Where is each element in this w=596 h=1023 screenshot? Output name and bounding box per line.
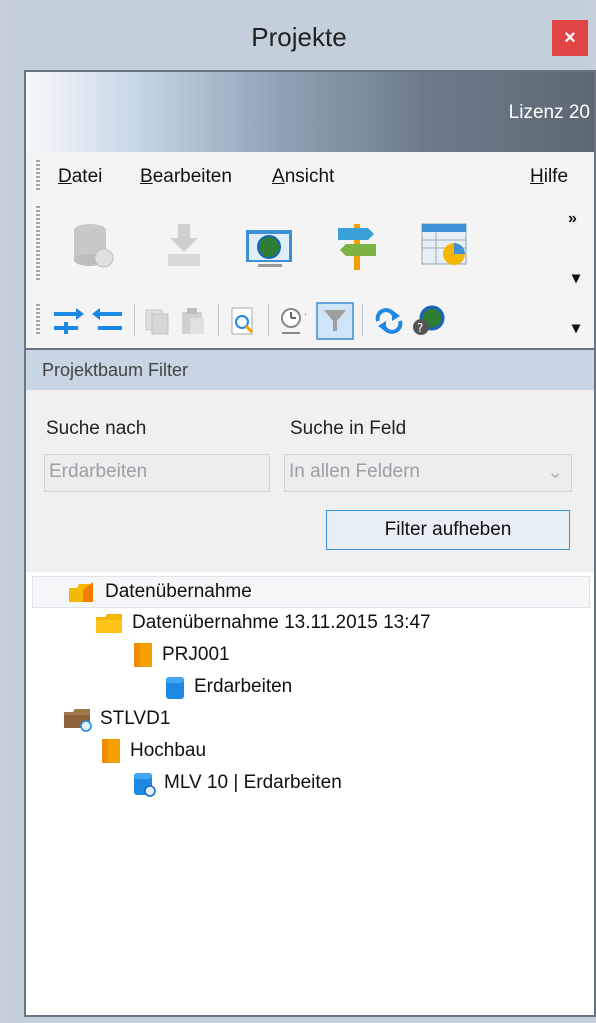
project-book-icon <box>134 643 152 667</box>
close-button[interactable]: × <box>552 20 588 56</box>
folder-icon <box>96 614 122 633</box>
tree-item[interactable]: Erdarbeiten <box>162 672 292 702</box>
preview-search-icon[interactable] <box>228 306 258 336</box>
paste-icon[interactable] <box>178 306 208 336</box>
toolbar-overflow-icon[interactable]: » <box>568 210 577 228</box>
toolbar-separator <box>362 304 363 336</box>
blue-item-link-icon <box>134 773 156 797</box>
toolbar-separator <box>218 304 219 336</box>
window-title: Projekte <box>251 22 347 52</box>
folder-import-icon <box>69 582 93 602</box>
license-banner: Lizenz 20 <box>26 72 594 152</box>
tree-item[interactable]: Hochbau <box>98 736 206 766</box>
copy-icon[interactable] <box>142 306 172 336</box>
tree-item[interactable]: Datenübernahme 13.11.2015 13:47 <box>94 608 431 638</box>
menu-bearbeiten[interactable]: Bearbeiten <box>140 166 232 188</box>
menu-hilfe[interactable]: Hilfe <box>530 166 568 188</box>
tree-item[interactable]: Datenübernahme <box>32 576 590 608</box>
signpost-icon[interactable] <box>332 220 382 272</box>
toolbar-separator <box>134 304 135 336</box>
sync-icon[interactable] <box>372 306 406 336</box>
search-label: Suche nach <box>46 418 147 439</box>
chevron-down-icon: ⌄ <box>547 462 563 483</box>
tree-filter-panel: Projektbaum Filter Suche nach Suche in F… <box>26 348 594 574</box>
filter-header: Projektbaum Filter <box>26 350 594 390</box>
menu-ansicht[interactable]: Ansicht <box>272 166 334 188</box>
indent-left-icon[interactable] <box>90 306 124 336</box>
toolbar-grip[interactable] <box>36 206 40 282</box>
tree-item[interactable]: STLVD1 <box>62 704 170 734</box>
toolbar-separator <box>268 304 269 336</box>
menu-datei[interactable]: Datei <box>58 166 102 188</box>
filter-icon[interactable] <box>316 302 354 340</box>
database-icon[interactable] <box>68 222 116 270</box>
main-panel: Lizenz 20 Datei Bearbeiten Ansicht Hilfe <box>24 70 596 1017</box>
close-icon: × <box>564 26 576 49</box>
project-tree: Datenübernahme Datenübernahme 13.11.2015… <box>26 572 594 1015</box>
svg-text:·: · <box>304 310 307 321</box>
clear-filter-button[interactable]: Filter aufheben <box>326 510 570 550</box>
tree-item[interactable]: PRJ001 <box>130 640 230 670</box>
title-bar[interactable]: Projekte × <box>8 0 590 72</box>
projects-window: Projekte × Lizenz 20 Datei Bearbeiten An… <box>8 0 596 1023</box>
toolbar-dropdown-icon[interactable]: ▾ <box>572 268 580 288</box>
small-toolbar-dropdown-icon[interactable]: ▾ <box>572 318 580 338</box>
project-book-icon <box>102 739 120 763</box>
field-label: Suche in Feld <box>290 418 407 439</box>
globe-help-icon[interactable]: ? <box>412 304 446 336</box>
filter-header-label: Projektbaum Filter <box>42 360 189 380</box>
small-toolbar-grip[interactable] <box>36 304 40 336</box>
field-select[interactable]: In allen Feldern ⌄ <box>284 454 572 492</box>
search-input[interactable]: Erdarbeiten <box>44 454 270 492</box>
tree-item[interactable]: MLV 10 | Erdarbeiten <box>130 768 342 798</box>
download-icon[interactable] <box>160 222 208 270</box>
chart-table-icon[interactable] <box>420 222 472 270</box>
clock-icon[interactable]: · <box>278 306 312 336</box>
indent-right-icon[interactable] <box>52 306 86 336</box>
folder-link-icon <box>64 709 92 732</box>
blue-item-icon <box>166 677 184 699</box>
license-label: Lizenz 20 <box>508 102 590 123</box>
svg-text:?: ? <box>417 321 423 335</box>
menubar-grip[interactable] <box>36 160 40 190</box>
world-screen-icon[interactable] <box>244 226 296 270</box>
